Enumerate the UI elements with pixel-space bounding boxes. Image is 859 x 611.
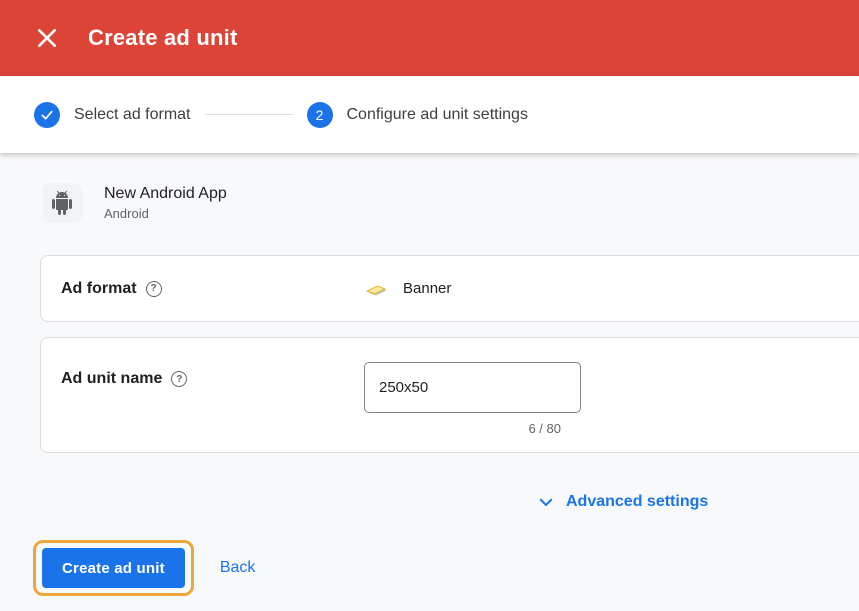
- page-title: Create ad unit: [88, 25, 238, 51]
- ad-unit-name-label: Ad unit name: [61, 370, 162, 388]
- create-ad-unit-page: Create ad unit Select ad format 2 Config…: [0, 0, 859, 596]
- app-name: New Android App: [104, 185, 227, 203]
- ad-format-value-row: Banner: [364, 276, 451, 302]
- header: Create ad unit: [0, 0, 859, 76]
- help-icon[interactable]: ?: [146, 281, 162, 297]
- main-content: New Android App Android Ad format ? Bann…: [0, 153, 859, 596]
- advanced-settings-row: Advanced settings: [537, 493, 859, 516]
- back-button[interactable]: Back: [220, 559, 256, 577]
- char-counter: 6 / 80: [364, 421, 581, 436]
- step-select-ad-format[interactable]: Select ad format: [34, 102, 191, 128]
- app-info: New Android App Android: [42, 183, 859, 223]
- android-app-icon-chip: [42, 183, 82, 223]
- close-icon[interactable]: [30, 21, 64, 55]
- create-ad-unit-button[interactable]: Create ad unit: [42, 548, 185, 588]
- banner-format-icon: [364, 276, 390, 302]
- advanced-settings-label: Advanced settings: [566, 493, 708, 511]
- ad-unit-name-card: Ad unit name ? 6 / 80: [40, 337, 859, 453]
- step-connector: [205, 114, 293, 115]
- highlight-annotation: Create ad unit: [33, 540, 194, 596]
- actions-row: Create ad unit Back: [33, 540, 859, 596]
- ad-unit-name-input[interactable]: [364, 362, 581, 413]
- advanced-settings-toggle[interactable]: Advanced settings: [537, 493, 708, 511]
- step1-label: Select ad format: [74, 106, 191, 124]
- step2-label: Configure ad unit settings: [347, 106, 528, 124]
- stepper: Select ad format 2 Configure ad unit set…: [0, 76, 859, 153]
- app-meta: New Android App Android: [104, 185, 227, 221]
- chevron-down-icon: [537, 493, 555, 511]
- step2-indicator: 2: [307, 102, 333, 128]
- app-platform: Android: [104, 206, 227, 221]
- help-icon[interactable]: ?: [171, 371, 187, 387]
- close-x-icon: [36, 27, 58, 49]
- step1-indicator: [34, 102, 60, 128]
- ad-format-label: Ad format: [61, 280, 137, 298]
- ad-format-label-row: Ad format ?: [61, 280, 364, 298]
- step-configure-settings[interactable]: 2 Configure ad unit settings: [307, 102, 528, 128]
- check-icon: [39, 107, 55, 123]
- ad-unit-name-input-col: 6 / 80: [364, 362, 581, 436]
- android-robot-icon: [50, 191, 74, 215]
- ad-format-value: Banner: [403, 280, 451, 297]
- ad-unit-name-label-row: Ad unit name ?: [61, 370, 364, 388]
- ad-format-card: Ad format ? Banner: [40, 255, 859, 322]
